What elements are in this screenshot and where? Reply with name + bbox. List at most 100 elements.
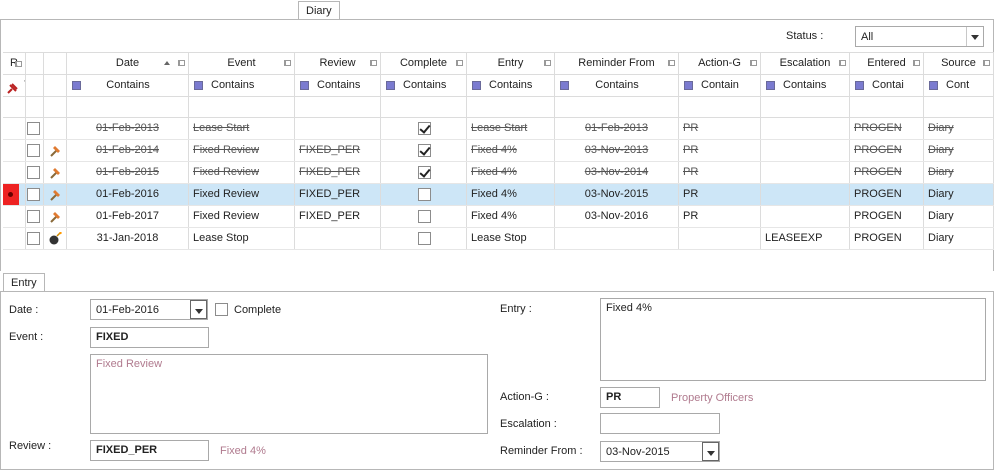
filter-date[interactable]: Contains [67,75,189,96]
table-row[interactable]: 01-Feb-2017 Fixed Review FIXED_PER Fixed 4%… [3,206,994,228]
row-indicator[interactable] [3,140,26,161]
col-header-source[interactable]: Source [924,53,994,74]
pin-icon[interactable] [750,60,757,66]
cell-event[interactable]: Fixed Review [189,184,295,205]
cell-action[interactable] [679,228,761,249]
row-indicator[interactable] [3,228,26,249]
cell-action[interactable]: PR [679,118,761,139]
filter-operator-icon[interactable] [684,81,693,90]
filter-entry[interactable]: Contains [467,75,555,96]
filter-operator-icon[interactable] [300,81,309,90]
review-input[interactable]: FIXED_PER [90,440,209,461]
row-select-checkbox[interactable] [27,188,40,201]
filter-entered[interactable]: Contai [850,75,924,96]
cell-source[interactable]: Diary [924,118,994,139]
pin-icon[interactable] [456,60,463,66]
row-select-checkbox[interactable] [27,166,40,179]
cell-reminder[interactable]: 01-Feb-2013 [555,118,679,139]
table-row[interactable]: 01-Feb-2015 Fixed Review FIXED_PER Fixed 4%… [3,162,994,184]
row-indicator[interactable] [3,206,26,227]
cell-reminder[interactable]: 03-Nov-2014 [555,162,679,183]
cell-entry[interactable]: Lease Start [467,118,555,139]
row-select-checkbox[interactable] [27,232,40,245]
cell-reminder[interactable]: 03-Nov-2013 [555,140,679,161]
filter-operator-icon[interactable] [386,81,395,90]
filter-action[interactable]: Contain [679,75,761,96]
row-select-cell[interactable] [26,162,44,183]
pin-icon[interactable] [913,60,920,66]
tab-diary[interactable]: Diary [298,1,340,19]
complete-checkbox[interactable] [418,188,431,201]
complete-cell[interactable] [381,206,467,227]
complete-cell[interactable] [381,118,467,139]
cell-date[interactable]: 01-Feb-2016 [67,184,189,205]
filter-r[interactable]: · [3,75,26,96]
cell-reminder[interactable] [555,228,679,249]
cell-source[interactable]: Diary [924,184,994,205]
filter-operator-icon[interactable] [472,81,481,90]
cell-entry[interactable]: Fixed 4% [467,140,555,161]
col-header-escalation[interactable]: Escalation [761,53,850,74]
cell-date[interactable]: 01-Feb-2015 [67,162,189,183]
col-header-review[interactable]: Review [295,53,381,74]
cell-entered[interactable]: PROGEN [850,162,924,183]
complete-cell[interactable] [381,140,467,161]
cell-entry[interactable]: Fixed 4% [467,184,555,205]
cell-review[interactable] [295,118,381,139]
complete-cell[interactable] [381,162,467,183]
cell-event[interactable]: Lease Start [189,118,295,139]
complete-cell[interactable] [381,228,467,249]
cell-reminder[interactable]: 03-Nov-2015 [555,184,679,205]
cell-event[interactable]: Lease Stop [189,228,295,249]
filter-escalation[interactable]: Contains [761,75,850,96]
filter-complete[interactable]: Contains [381,75,467,96]
table-row[interactable]: 01-Feb-2014 Fixed Review FIXED_PER Fixed 4%… [3,140,994,162]
filter-source[interactable]: Cont [924,75,994,96]
cell-date[interactable]: 31-Jan-2018 [67,228,189,249]
cell-entered[interactable]: PROGEN [850,140,924,161]
cell-action[interactable]: PR [679,184,761,205]
pin-icon[interactable] [15,61,22,67]
col-header-complete[interactable]: Complete [381,53,467,74]
row-select-cell[interactable] [26,206,44,227]
cell-event[interactable]: Fixed Review [189,206,295,227]
row-select-checkbox[interactable] [27,122,40,135]
complete-checkbox[interactable] [418,122,431,135]
cell-entry[interactable]: Fixed 4% [467,206,555,227]
row-select-checkbox[interactable] [27,210,40,223]
cell-source[interactable]: Diary [924,162,994,183]
filter-operator-icon[interactable] [766,81,775,90]
row-indicator[interactable] [3,184,26,205]
cell-entry[interactable]: Fixed 4% [467,162,555,183]
cell-source[interactable]: Diary [924,206,994,227]
col-header-entered[interactable]: Entered [850,53,924,74]
cell-escalation[interactable] [761,184,850,205]
cell-entry[interactable]: Lease Stop [467,228,555,249]
complete-checkbox[interactable] [418,232,431,245]
cell-action[interactable]: PR [679,206,761,227]
complete-checkbox[interactable] [418,144,431,157]
filter-reminder[interactable]: Contains [555,75,679,96]
filter-operator-icon[interactable] [194,81,203,90]
escalation-input[interactable] [600,413,720,434]
cell-action[interactable]: PR [679,140,761,161]
pin-icon[interactable] [983,60,990,66]
row-select-cell[interactable] [26,118,44,139]
cell-entered[interactable]: PROGEN [850,118,924,139]
row-select-cell[interactable] [26,184,44,205]
row-indicator[interactable] [3,162,26,183]
col-header-event[interactable]: Event [189,53,295,74]
cell-escalation[interactable]: LEASEEXP [761,228,850,249]
row-select-checkbox[interactable] [27,144,40,157]
col-header-date[interactable]: Date [67,53,189,74]
filter-review[interactable]: Contains [295,75,381,96]
reminder-picker[interactable]: 03-Nov-2015 [600,441,720,462]
event-input[interactable]: FIXED [90,327,209,348]
cell-escalation[interactable] [761,162,850,183]
pin-icon[interactable] [284,60,291,66]
date-picker[interactable]: 01-Feb-2016 [90,299,208,320]
complete-checkbox[interactable] [418,166,431,179]
filter-operator-icon[interactable] [855,81,864,90]
cell-review[interactable] [295,228,381,249]
col-header-c1[interactable] [26,53,44,74]
